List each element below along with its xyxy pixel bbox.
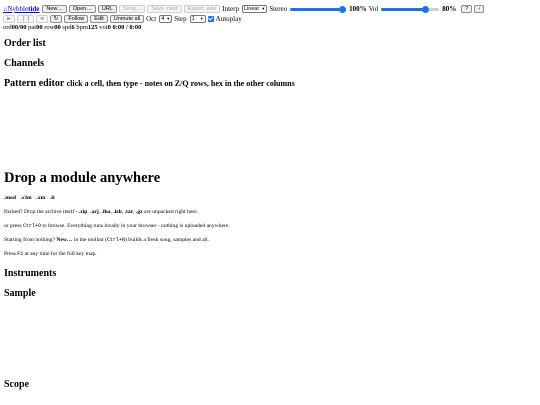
row-label: row: [44, 23, 55, 31]
pattern-editor-heading: Pattern editor click a cell, then type -…: [4, 78, 295, 89]
help-button[interactable]: ?: [461, 5, 473, 13]
vol-slider-thumb[interactable]: [422, 5, 430, 13]
edit-button[interactable]: Edit: [90, 14, 108, 23]
step-select[interactable]: 1 ▼: [189, 14, 206, 23]
pat-value: 00: [36, 23, 43, 31]
stereo-slider-thumb[interactable]: [339, 5, 347, 13]
format-s3m: .s3m: [20, 195, 32, 201]
instruments-heading: Instruments: [4, 268, 57, 279]
pause-icon: ❙❙: [21, 15, 31, 22]
export-wav-button[interactable]: Export .wav: [183, 5, 221, 13]
interp-value: Linear: [244, 6, 260, 12]
channels-heading: Channels: [4, 58, 45, 69]
sample-heading: Sample: [4, 288, 36, 299]
archive-arj: .arj: [90, 209, 99, 215]
archive-lha: .lha: [101, 209, 111, 215]
vol-slider[interactable]: [381, 5, 440, 13]
ctrl-o-key: Ctrl+O: [22, 223, 41, 229]
interp-select[interactable]: Linear ▼: [242, 5, 268, 13]
step-value: 1: [191, 15, 195, 22]
archive-lzh: .lzh: [113, 209, 122, 215]
chevron-down-icon: ▼: [199, 15, 204, 21]
drop-line-browse: or press Ctrl+O to browse. Everything ru…: [4, 223, 230, 229]
new-post: ) builds a fresh song, samples and all.: [125, 237, 210, 243]
loop-button[interactable]: ↻: [49, 14, 63, 23]
stereo-slider-track: [290, 8, 347, 11]
drop-formats: .mod · .s3m · .xm · .it: [4, 195, 55, 201]
stereo-slider[interactable]: [290, 5, 347, 13]
oct-label: Oct: [146, 14, 157, 23]
archives-pre: Packed? Drop the archive itself -: [4, 209, 79, 215]
spd-value: 6: [71, 23, 75, 31]
drop-line-help: Press F1 at any time for the full key ma…: [4, 251, 97, 257]
new-pre: Starting from nothing?: [4, 237, 57, 243]
follow-button[interactable]: Follow: [64, 14, 89, 23]
voi-label: voi: [99, 23, 108, 31]
step-label: Step: [174, 14, 187, 23]
url-button[interactable]: URL: [97, 5, 117, 13]
help-post: at any time for the full key map.: [23, 251, 97, 257]
vol-slider-fill: [381, 8, 426, 11]
archive-tar: .tar: [124, 209, 134, 215]
collapse-button[interactable]: ‹: [474, 5, 485, 13]
unmute-all-button[interactable]: Unmute all: [109, 14, 145, 23]
format-it: .it: [49, 195, 55, 201]
new-button[interactable]: New…: [42, 5, 67, 13]
format-mod: .mod: [4, 195, 16, 201]
ord-label: ord: [3, 23, 12, 31]
play-button[interactable]: ▶: [3, 14, 16, 23]
song-button[interactable]: Song…: [118, 5, 146, 13]
pat-label: pat: [28, 23, 37, 31]
order-list-heading: Order list: [4, 38, 46, 49]
new-bold: New…: [56, 237, 73, 243]
main-toolbar: ♫Nybbletide New… Open… URL Song… Save .m…: [3, 4, 486, 14]
oct-select[interactable]: 4 ▼: [159, 14, 173, 23]
play-icon: ▶: [7, 15, 12, 22]
chevron-down-icon: ▼: [261, 6, 266, 11]
stop-icon: ■: [40, 15, 44, 22]
vol-value: 80%: [442, 5, 457, 13]
help-pre: Press: [4, 251, 18, 257]
archive-gz: .gz: [135, 209, 143, 215]
pause-button[interactable]: ❙❙: [17, 14, 35, 23]
format-xm: .xm: [36, 195, 46, 201]
row-value: 00: [54, 23, 61, 31]
time-value: 0:00 / 0:00: [112, 23, 142, 31]
browse-post: to browse. Everything runs locally in yo…: [40, 223, 230, 229]
bpm-value: 125: [87, 23, 98, 31]
scope-heading: Scope: [4, 379, 29, 390]
drop-line-new: Starting from nothing? New… in the toolb…: [4, 237, 209, 243]
ord-value: 00/00: [11, 23, 27, 31]
drop-title: Drop a module anywhere: [4, 170, 161, 186]
spd-label: spd: [62, 23, 72, 31]
oct-value: 4: [161, 15, 165, 22]
stereo-label: Stereo: [269, 5, 288, 13]
chevron-down-icon: ▼: [166, 15, 171, 21]
app-logo[interactable]: ♫Nybbletide: [3, 5, 39, 13]
voi-value: 0: [107, 23, 111, 31]
autoplay-label: Autoplay: [215, 14, 242, 23]
vol-label: Vol: [368, 5, 379, 13]
interp-label: Interp: [222, 5, 239, 13]
logo-suffix: tide: [28, 5, 40, 13]
pattern-editor-title: Pattern editor: [4, 78, 65, 89]
pattern-editor-hint: click a cell, then type - notes on Z/Q r…: [66, 79, 295, 88]
transport-toolbar: ▶ ❙❙ ■ ↻ Follow Edit Unmute all Oct 4 ▼ S…: [3, 14, 242, 23]
stop-button[interactable]: ■: [36, 14, 48, 23]
autoplay-checkbox[interactable]: [207, 15, 214, 22]
open-button[interactable]: Open…: [68, 5, 96, 13]
archive-zip: .zip: [78, 209, 88, 215]
archives-post: are unpacked right here.: [142, 209, 199, 215]
loop-icon: ↻: [53, 15, 59, 22]
save-mod-button[interactable]: Save .mod: [147, 5, 182, 13]
ctrl-n-key: Ctrl+N: [107, 237, 126, 243]
bpm-label: bpm: [76, 23, 88, 31]
stereo-value: 100%: [349, 5, 367, 13]
drop-line-archives: Packed? Drop the archive itself - .zip, …: [4, 209, 199, 215]
new-mid: in the toolbar (: [72, 237, 108, 243]
status-line: ord 00/00 pat 00 row 00 spd 6 bpm 125 voi 0 0:…: [3, 23, 141, 31]
browse-pre: or press: [4, 223, 23, 229]
logo-prefix: Nybble: [7, 5, 29, 13]
